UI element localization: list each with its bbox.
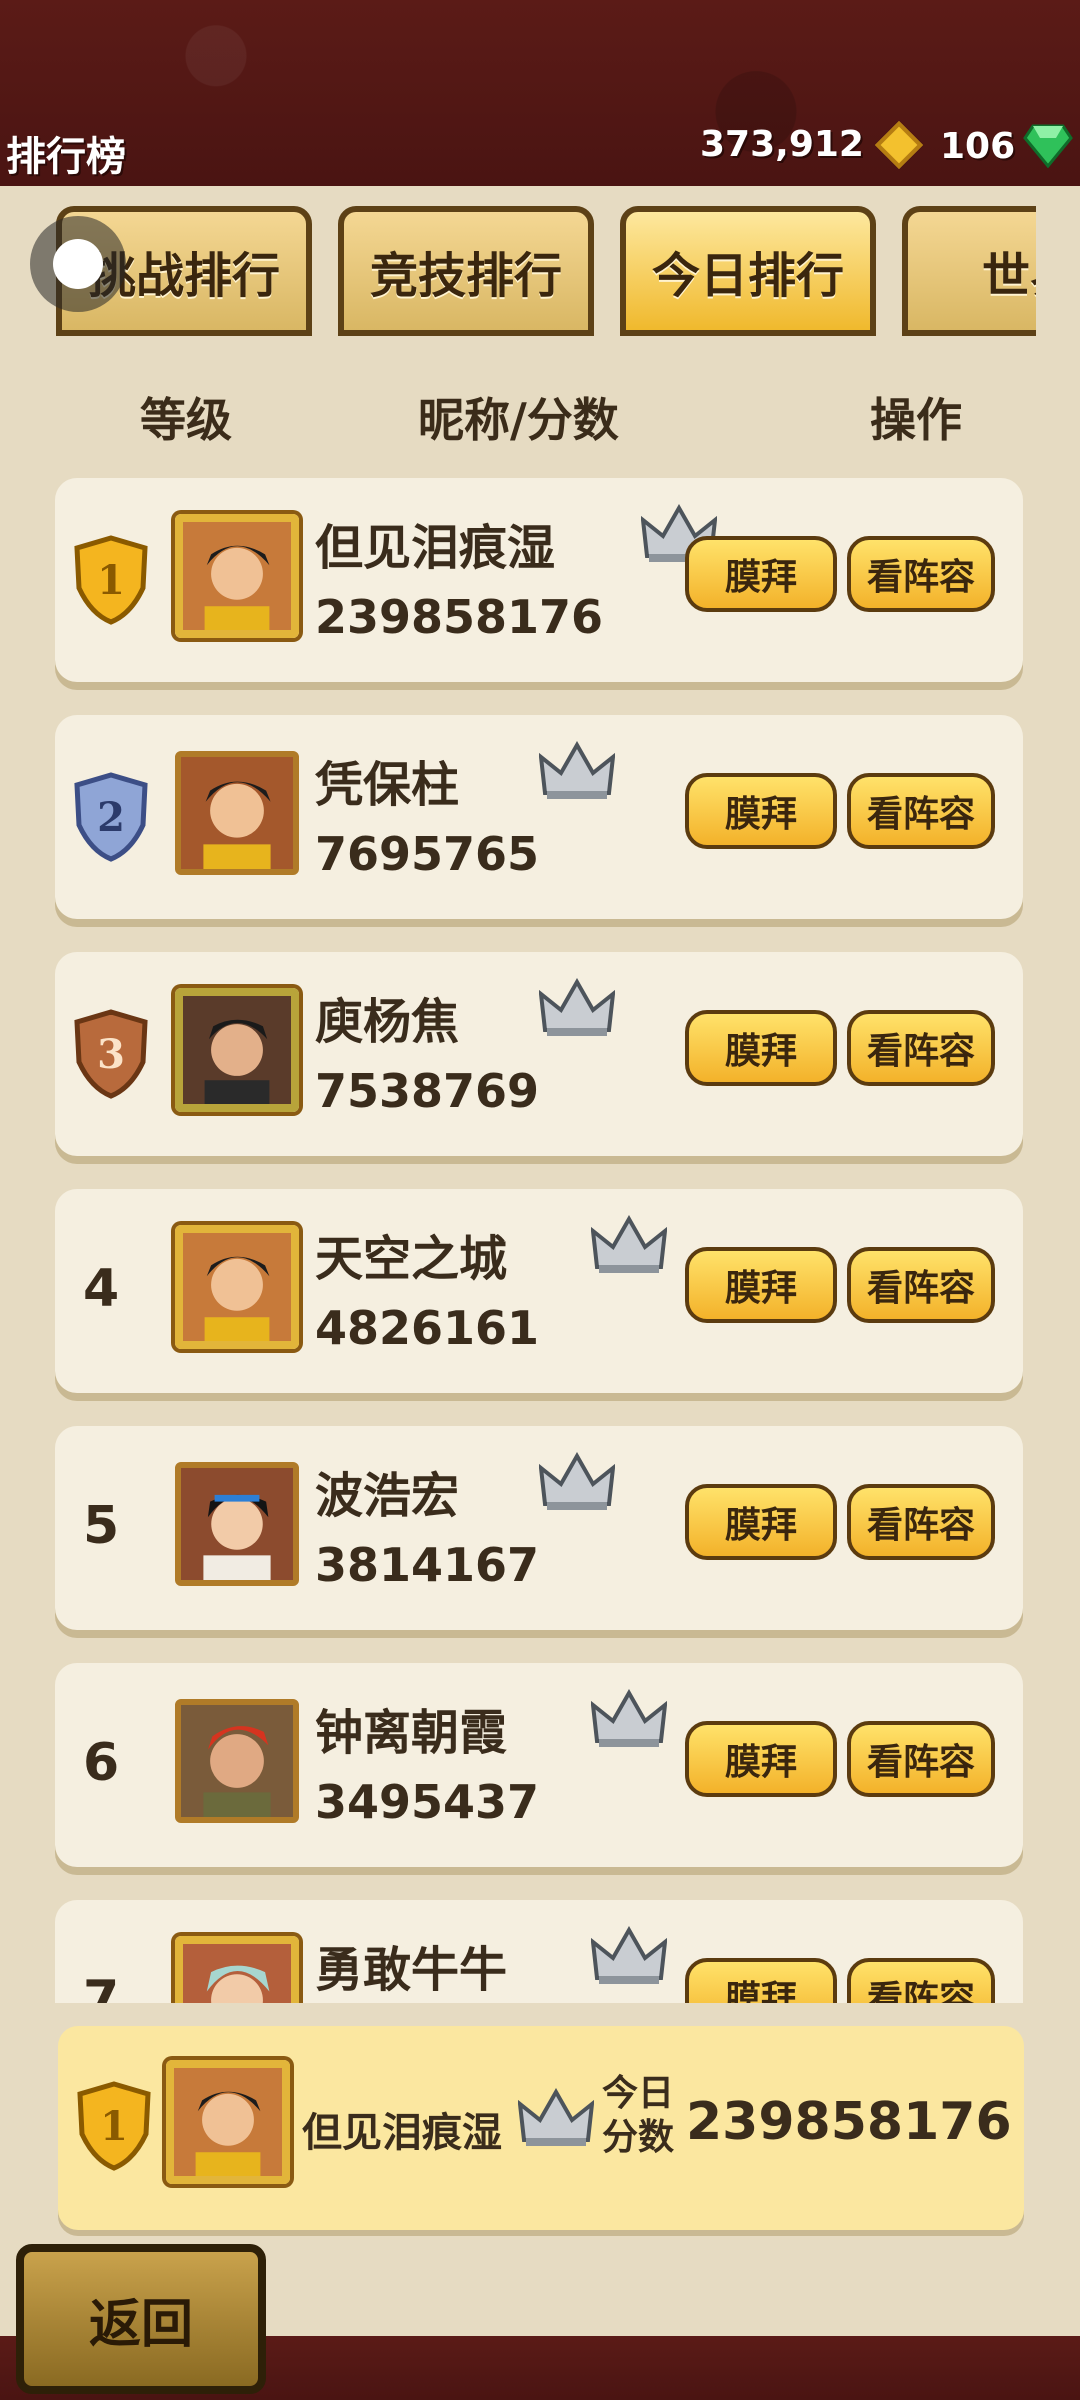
rank-number: 4 <box>83 1259 120 1319</box>
avatar[interactable] <box>175 1462 299 1586</box>
player-score: 239858176 <box>315 590 604 644</box>
floating-assist-button[interactable] <box>30 216 126 312</box>
ranking-row: 3 庾杨焦 7538769 膜拜 看阵容 <box>55 952 1023 1156</box>
worship-button[interactable]: 膜拜 <box>685 773 837 849</box>
ranking-row: 1 但见泪痕湿 239858176 膜拜 看阵容 <box>55 478 1023 682</box>
player-name: 钟离朝霞 <box>315 1705 508 1761</box>
player-name: 勇敢牛牛 <box>315 1942 508 1998</box>
ranking-list[interactable]: 1 但见泪痕湿 239858176 膜拜 看阵容 2 凭保柱 7695765 膜… <box>55 478 1023 2003</box>
today-score-label: 今日分数 <box>601 2073 674 2158</box>
column-header-level: 等级 <box>140 393 232 447</box>
my-ranking-bar: 1 但见泪痕湿 今日分数 239858176 <box>58 2026 1024 2230</box>
tab-arena-ranking[interactable]: 竞技排行 <box>338 206 594 336</box>
player-score: 4826161 <box>315 1301 540 1355</box>
svg-text:3: 3 <box>97 1031 125 1078</box>
player-name: 天空之城 <box>315 1231 508 1287</box>
avatar[interactable] <box>175 1225 299 1349</box>
svg-text:2: 2 <box>97 794 125 841</box>
player-score: 3814167 <box>315 1538 540 1592</box>
gold-rank-badge-icon: 1 <box>77 2081 151 2171</box>
column-header-action: 操作 <box>870 393 962 447</box>
back-button[interactable]: 返回 <box>16 2244 266 2394</box>
avatar[interactable] <box>175 1699 299 1823</box>
silver-crown-icon <box>591 1689 667 1747</box>
silver-crown-icon <box>539 741 615 799</box>
gold-balance: 373,912 <box>700 120 924 169</box>
gem-amount: 106 <box>940 125 1016 167</box>
column-header-name-score: 昵称/分数 <box>418 393 619 447</box>
view-lineup-button[interactable]: 看阵容 <box>847 1958 995 2003</box>
player-name: 凭保柱 <box>315 757 460 813</box>
view-lineup-button[interactable]: 看阵容 <box>847 1721 995 1797</box>
avatar[interactable] <box>175 751 299 875</box>
rank-number: 7 <box>83 1970 120 2003</box>
ranking-row: 6 钟离朝霞 3495437 膜拜 看阵容 <box>55 1663 1023 1867</box>
gold-coin-icon <box>874 120 924 169</box>
top-header: 排行榜 373,912 106 <box>0 0 1080 186</box>
gold-amount: 373,912 <box>700 124 864 165</box>
avatar[interactable] <box>175 1936 299 2003</box>
view-lineup-button[interactable]: 看阵容 <box>847 1247 995 1323</box>
worship-button[interactable]: 膜拜 <box>685 1010 837 1086</box>
worship-button[interactable]: 膜拜 <box>685 1721 837 1797</box>
worship-button[interactable]: 膜拜 <box>685 1958 837 2003</box>
silver-crown-icon <box>539 978 615 1036</box>
ranking-row: 4 天空之城 4826161 膜拜 看阵容 <box>55 1189 1023 1393</box>
silver-rank-badge-icon: 2 <box>74 772 148 862</box>
player-score: 3495437 <box>315 1775 540 1829</box>
rank-number: 6 <box>83 1733 120 1793</box>
bronze-rank-badge-icon: 3 <box>74 1009 148 1099</box>
worship-button[interactable]: 膜拜 <box>685 536 837 612</box>
my-avatar[interactable] <box>166 2060 290 2184</box>
worship-button[interactable]: 膜拜 <box>685 1247 837 1323</box>
tab-world-ranking[interactable]: 世界 <box>902 206 1036 336</box>
view-lineup-button[interactable]: 看阵容 <box>847 1010 995 1086</box>
rank-number: 5 <box>83 1496 120 1556</box>
avatar[interactable] <box>175 514 299 638</box>
ranking-row: 2 凭保柱 7695765 膜拜 看阵容 <box>55 715 1023 919</box>
worship-button[interactable]: 膜拜 <box>685 1484 837 1560</box>
avatar[interactable] <box>175 988 299 1112</box>
gold-rank-badge-icon: 1 <box>74 535 148 625</box>
silver-crown-icon <box>518 2088 594 2146</box>
silver-crown-icon <box>539 1452 615 1510</box>
ranking-tabs: 挑战排行 竞技排行 今日排行 世界 <box>56 206 1036 336</box>
silver-crown-icon <box>591 1215 667 1273</box>
gem-balance: 106 <box>940 124 1074 168</box>
player-name: 但见泪痕湿 <box>315 520 556 576</box>
tab-today-ranking[interactable]: 今日排行 <box>620 206 876 336</box>
view-lineup-button[interactable]: 看阵容 <box>847 773 995 849</box>
page-title: 排行榜 <box>6 134 126 180</box>
my-player-name: 但见泪痕湿 <box>302 2110 502 2156</box>
view-lineup-button[interactable]: 看阵容 <box>847 1484 995 1560</box>
svg-text:1: 1 <box>97 557 125 604</box>
my-score: 239858176 <box>686 2092 1012 2152</box>
player-score: 7538769 <box>315 1064 540 1118</box>
silver-crown-icon <box>591 1926 667 1984</box>
green-gem-icon <box>1023 124 1074 168</box>
svg-text:1: 1 <box>100 2103 128 2150</box>
ranking-row: 5 波浩宏 3814167 膜拜 看阵容 <box>55 1426 1023 1630</box>
player-score: 7695765 <box>315 827 540 881</box>
player-name: 波浩宏 <box>315 1468 460 1524</box>
view-lineup-button[interactable]: 看阵容 <box>847 536 995 612</box>
ranking-row: 7 勇敢牛牛 膜拜 看阵容 <box>55 1900 1023 2003</box>
player-name: 庾杨焦 <box>315 994 460 1050</box>
